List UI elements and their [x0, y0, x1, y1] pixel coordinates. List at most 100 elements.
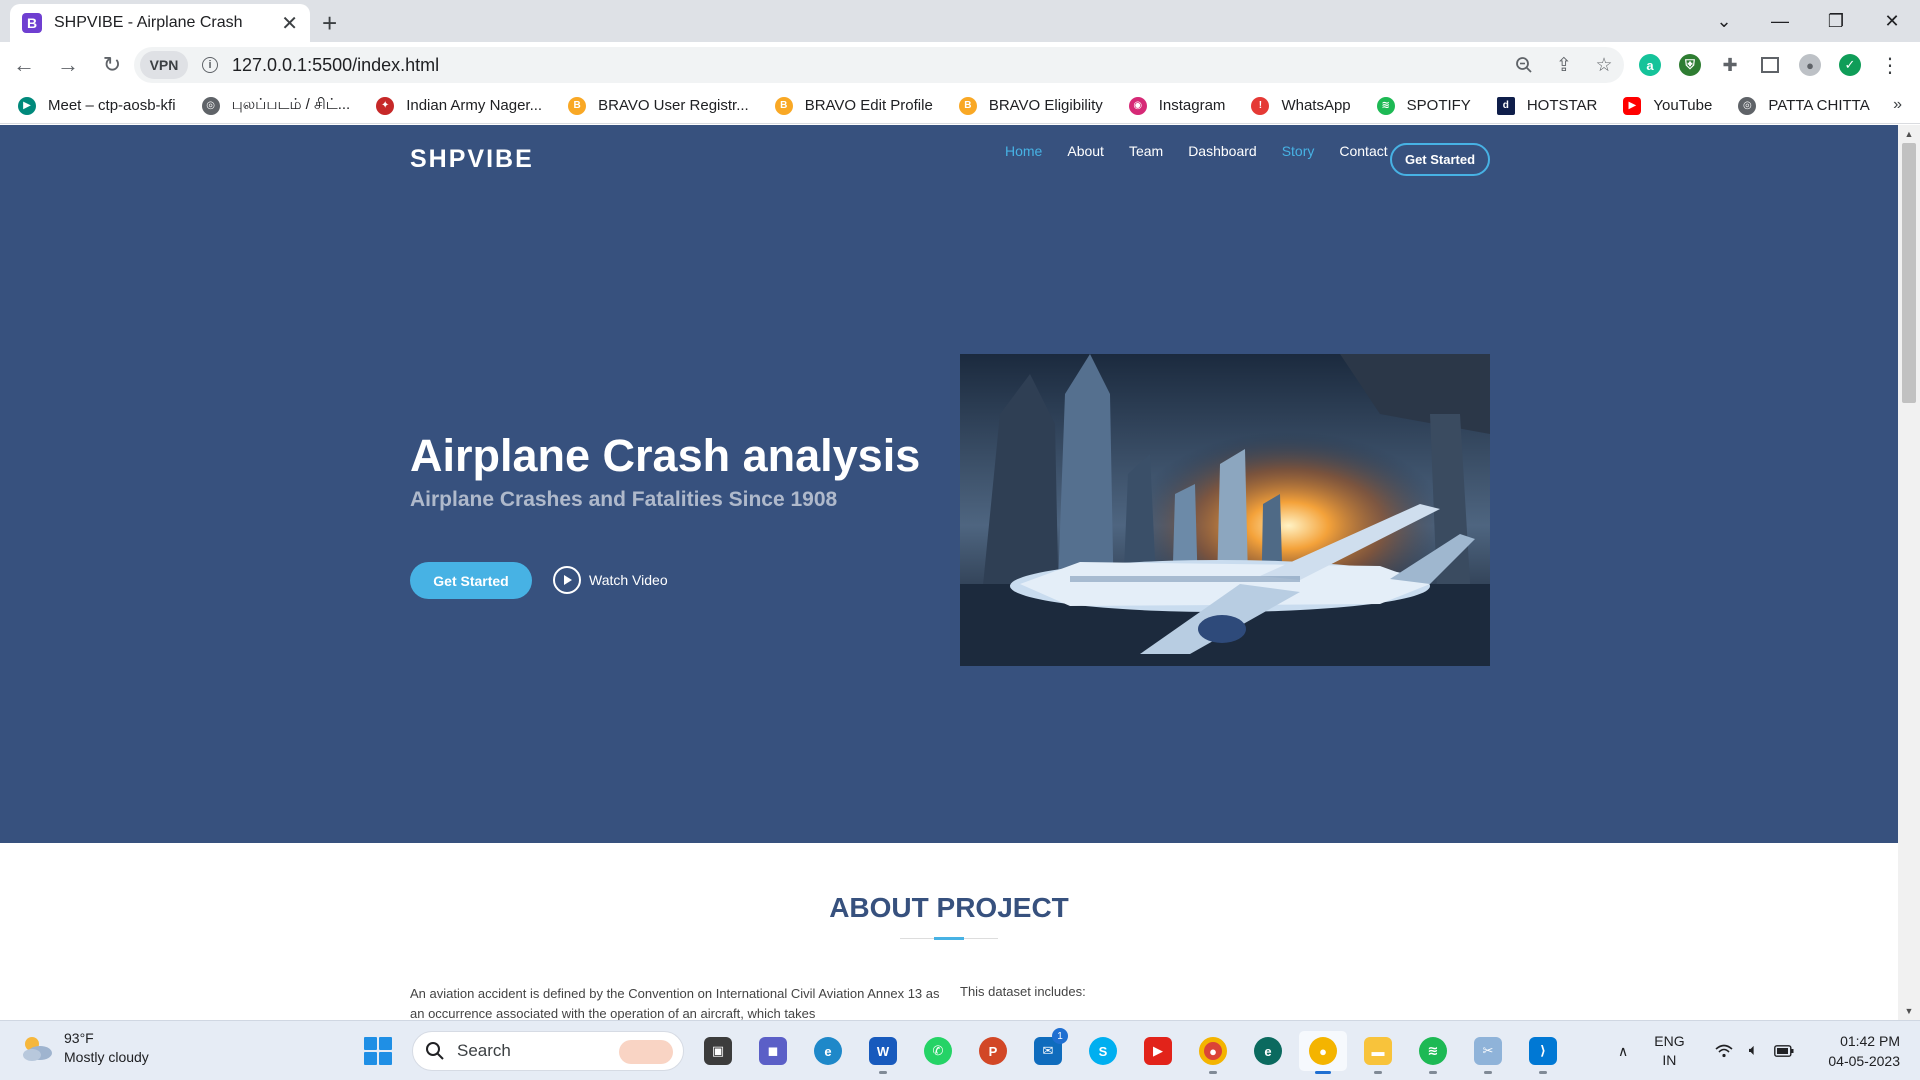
tab-close-icon[interactable]: ✕ [281, 11, 298, 36]
teams-chat-app[interactable]: ◼ [749, 1031, 797, 1071]
nav-about[interactable]: About [1067, 143, 1104, 159]
vscode-app[interactable]: ⟩ [1519, 1031, 1567, 1074]
spotify-app[interactable]: ≋ [1409, 1031, 1457, 1074]
page-scrollbar[interactable]: ▲ ▼ [1898, 125, 1920, 1020]
hero-section: SHPVIBE Home About Team Dashboard Story … [0, 125, 1898, 843]
snipping-tool-app[interactable]: ✂ [1464, 1031, 1512, 1074]
nav-story[interactable]: Story [1282, 143, 1315, 159]
zoom-icon[interactable] [1504, 47, 1544, 83]
edge-dev-icon: e [1254, 1037, 1282, 1065]
forward-icon[interactable]: → [48, 45, 88, 85]
bravo-icon: B [774, 96, 793, 115]
volume-icon[interactable]: 🔈︎ [1739, 1042, 1769, 1060]
weather-widget[interactable]: 93°F Mostly cloudy [20, 1029, 149, 1067]
bookmark-indian-army[interactable]: ✦ Indian Army Nager... [376, 96, 542, 115]
nav-team[interactable]: Team [1129, 143, 1163, 159]
media-player-app[interactable]: ▶ [1134, 1031, 1182, 1071]
bravo-icon: B [568, 96, 587, 115]
airplane-crash-hero-image [960, 354, 1490, 666]
scroll-up-icon[interactable]: ▲ [1898, 125, 1920, 143]
wifi-icon[interactable] [1709, 1044, 1739, 1058]
bookmark-meet[interactable]: ▶ Meet – ctp-aosb-kfi [18, 96, 176, 115]
about-paragraph-left: An aviation accident is defined by the C… [410, 986, 940, 1020]
bootstrap-favicon-icon: B [22, 13, 42, 33]
whatsapp-icon: ✆ [924, 1037, 952, 1065]
bookmark-instagram[interactable]: ◉ Instagram [1128, 96, 1225, 115]
page-viewport: SHPVIBE Home About Team Dashboard Story … [0, 125, 1898, 1020]
search-label: Search [457, 1041, 511, 1060]
bookmark-bravo-registration[interactable]: B BRAVO User Registr... [568, 96, 749, 115]
chrome-canary-app[interactable]: ● [1299, 1031, 1347, 1074]
address-bar[interactable]: VPN i 127.0.0.1:5500/index.html ⇪ ☆ [134, 47, 1624, 83]
adblock-extension-icon[interactable]: ⛨ [1670, 47, 1710, 83]
main-nav: Home About Team Dashboard Story Contact [980, 143, 1388, 159]
url-text[interactable]: 127.0.0.1:5500/index.html [232, 55, 1504, 76]
restore-icon[interactable]: ❐ [1808, 0, 1864, 42]
scrollbar-thumb[interactable] [1902, 143, 1916, 403]
word-app[interactable]: W [859, 1031, 907, 1074]
powerpoint-app[interactable]: P [969, 1031, 1017, 1071]
vscode-icon: ⟩ [1529, 1037, 1557, 1065]
mail-app[interactable]: ✉ 1 [1024, 1028, 1072, 1071]
battery-icon[interactable] [1769, 1045, 1799, 1057]
windows-start-icon[interactable] [364, 1037, 392, 1065]
nav-home[interactable]: Home [1005, 143, 1042, 159]
taskbar-search[interactable]: Search [412, 1031, 684, 1071]
windows-taskbar: 93°F Mostly cloudy Search ▣ ◼ e W ✆ P ✉ 1… [0, 1020, 1920, 1080]
task-view-app[interactable]: ▣ [694, 1031, 742, 1071]
edge-dev-app[interactable]: e [1244, 1031, 1292, 1071]
spotify-icon: ≋ [1376, 96, 1395, 115]
bookmark-spotify[interactable]: ≋ SPOTIFY [1376, 96, 1471, 115]
chrome-app[interactable]: ● [1189, 1031, 1237, 1074]
new-tab-icon[interactable]: + [322, 8, 337, 39]
grammarly-extension-icon[interactable]: a [1630, 47, 1670, 83]
tab-title: SHPVIBE - Airplane Crash [54, 14, 243, 31]
reload-icon[interactable]: ↻ [92, 45, 132, 85]
army-icon: ✦ [376, 96, 395, 115]
bookmark-whatsapp[interactable]: ! WhatsApp [1251, 96, 1351, 115]
back-icon[interactable]: ← [4, 45, 44, 85]
globe-icon: ◎ [1738, 96, 1757, 115]
close-window-icon[interactable]: ✕ [1864, 0, 1920, 42]
bookmark-bravo-edit-profile[interactable]: B BRAVO Edit Profile [774, 96, 933, 115]
nav-contact[interactable]: Contact [1339, 143, 1387, 159]
profile-avatar-icon[interactable]: ● [1790, 47, 1830, 83]
watch-video-button[interactable]: Watch Video [553, 566, 668, 594]
system-tray: ∧ ENG IN 🔈︎ [1618, 1031, 1799, 1071]
weather-description: Mostly cloudy [64, 1049, 149, 1065]
edge-app[interactable]: e [804, 1031, 852, 1071]
meet-icon: ▶ [18, 96, 36, 115]
file-explorer-app[interactable]: ▬ [1354, 1031, 1402, 1074]
get-started-button[interactable]: Get Started [410, 562, 532, 599]
tab-search-icon[interactable]: ⌄ [1696, 0, 1752, 42]
security-shield-icon[interactable]: ✓ [1830, 47, 1870, 83]
browser-tab[interactable]: B SHPVIBE - Airplane Crash ✕ [10, 4, 310, 42]
minimize-icon[interactable]: — [1752, 0, 1808, 42]
extensions-puzzle-icon[interactable]: ✚ [1710, 47, 1750, 83]
bookmark-bravo-eligibility[interactable]: B BRAVO Eligibility [958, 96, 1103, 115]
bookmark-hotstar[interactable]: d HOTSTAR [1496, 96, 1597, 115]
about-paragraph-right: This dataset includes: [960, 984, 1086, 999]
bookmark-tamil-site[interactable]: ◎ புலப்படம் / சிட்... [201, 96, 350, 115]
bookmark-patta-chitta[interactable]: ◎ PATTA CHITTA [1738, 96, 1870, 115]
bookmark-star-icon[interactable]: ☆ [1584, 47, 1624, 83]
share-icon[interactable]: ⇪ [1544, 47, 1584, 83]
language-indicator[interactable]: ENG IN [1654, 1032, 1684, 1070]
bookmark-youtube[interactable]: ▶ YouTube [1623, 96, 1712, 115]
clock-date: 04-05-2023 [1828, 1053, 1900, 1069]
whatsapp-app[interactable]: ✆ [914, 1031, 962, 1071]
clock[interactable]: 01:42 PM 04-05-2023 [1810, 1031, 1900, 1071]
browser-menu-icon[interactable]: ⋮ [1870, 47, 1910, 83]
side-panel-icon[interactable] [1750, 47, 1790, 83]
chrome-icon: ● [1199, 1037, 1227, 1065]
more-bookmarks-icon[interactable]: » [1893, 96, 1902, 114]
vpn-badge[interactable]: VPN [140, 51, 188, 79]
window-controls: ⌄ — ❐ ✕ [1696, 0, 1920, 42]
skype-app[interactable]: S [1079, 1031, 1127, 1071]
site-logo[interactable]: SHPVIBE [410, 145, 534, 174]
show-hidden-icons-icon[interactable]: ∧ [1618, 1043, 1628, 1060]
nav-dashboard[interactable]: Dashboard [1188, 143, 1257, 159]
site-info-icon[interactable]: i [202, 57, 218, 73]
nav-get-started-button[interactable]: Get Started [1390, 143, 1490, 176]
scroll-down-icon[interactable]: ▼ [1898, 1002, 1920, 1020]
